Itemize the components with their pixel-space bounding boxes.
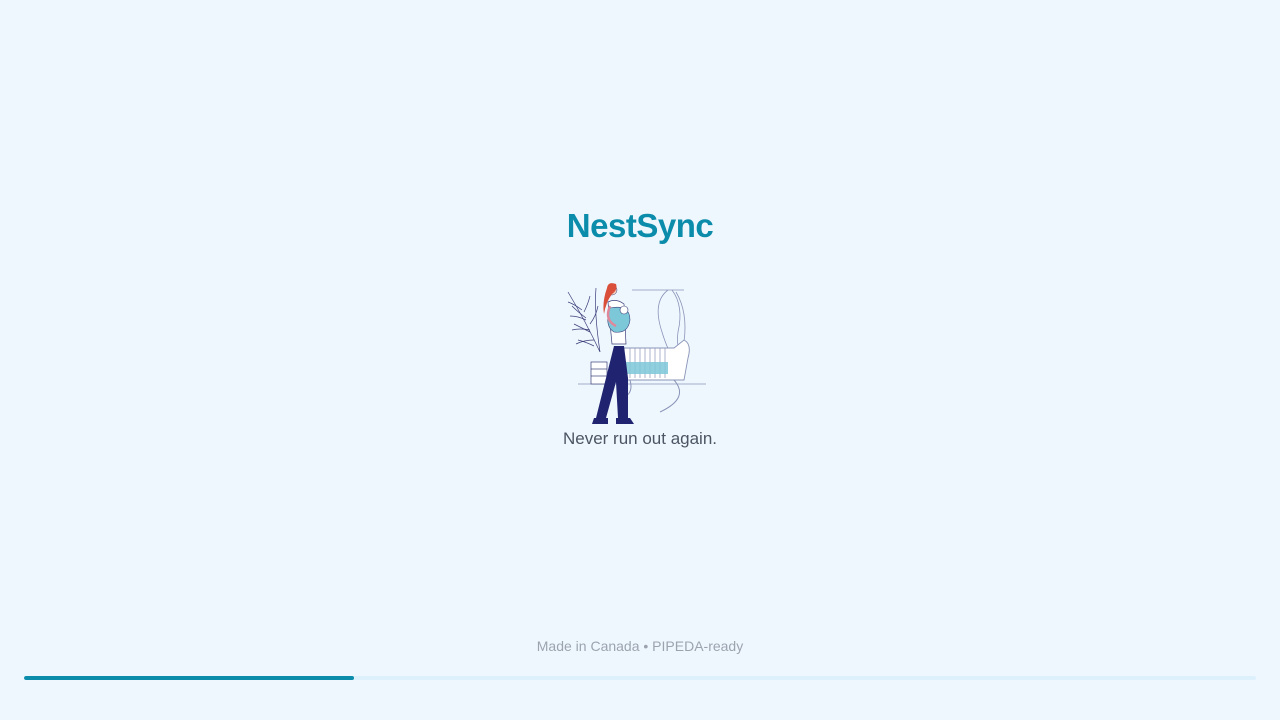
compliance-footer-note: Made in Canada • PIPEDA-ready: [536, 638, 744, 654]
splash-screen: NestSync Never run out again. Made in Ca…: [0, 0, 1280, 720]
app-logo-wordmark: NestSync: [566, 207, 714, 244]
loading-progress-fill: [24, 676, 355, 680]
tagline-text: Never run out again.: [562, 429, 718, 448]
parent-holding-baby-near-crib-illustration: [567, 283, 706, 424]
loading-progress-bar: [24, 676, 1256, 680]
